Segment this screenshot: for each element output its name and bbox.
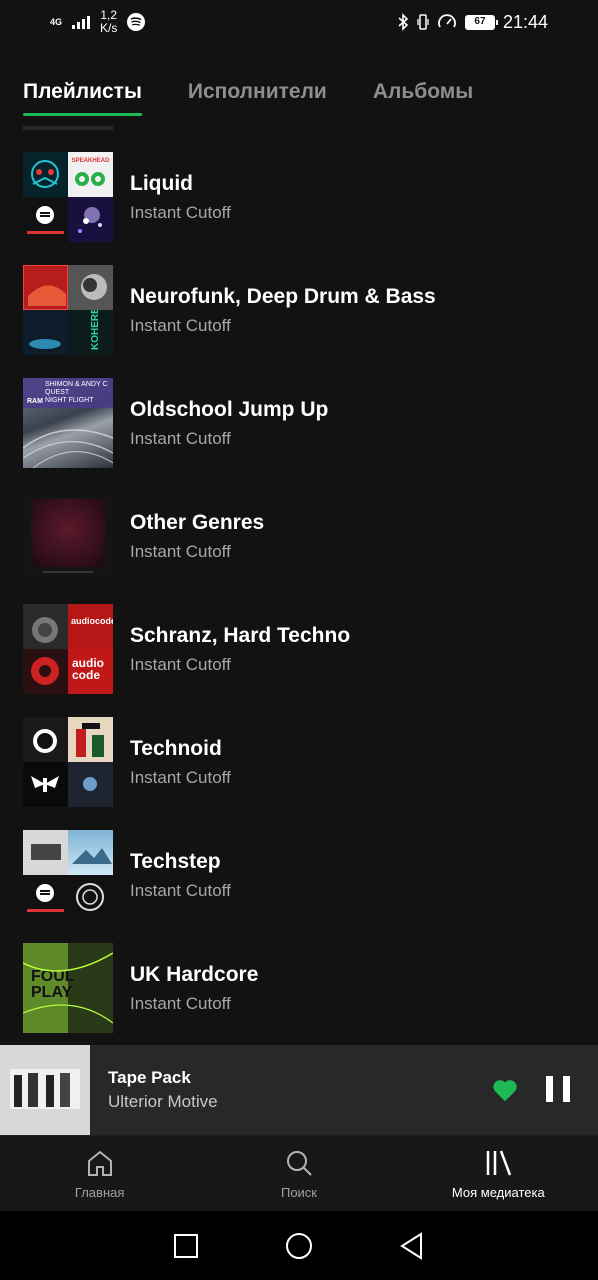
bottom-navigation: Главная Поиск Моя медиатека [0, 1135, 598, 1211]
tab-playlists[interactable]: Плейлисты [23, 80, 142, 116]
now-playing-bar[interactable]: Tape Pack Ulterior Motive [0, 1045, 598, 1135]
bluetooth-icon [398, 13, 409, 31]
list-item[interactable]: KOHERENT Neurofunk, Deep Drum & Bass Ins… [0, 265, 598, 378]
list-item[interactable]: RAM SHIMON & ANDY C QUEST NIGHT FLIGHT O… [0, 378, 598, 491]
playlist-meta: Technoid Instant Cutoff [130, 717, 231, 788]
playlist-cover: RAM SHIMON & ANDY C QUEST NIGHT FLIGHT [23, 378, 113, 468]
nav-search-label: Поиск [280, 1185, 317, 1200]
playlist-meta: Oldschool Jump Up Instant Cutoff [130, 378, 328, 449]
home-icon [87, 1150, 112, 1176]
playlist-cover [23, 717, 113, 807]
now-playing-info: Tape Pack Ulterior Motive [108, 1068, 490, 1112]
playlist-meta: UK Hardcore Instant Cutoff [130, 943, 258, 1014]
playlist-meta: Techstep Instant Cutoff [130, 830, 231, 901]
system-navigation-bar [0, 1211, 598, 1280]
playlist-title: Technoid [130, 737, 222, 760]
list-item[interactable]: Techstep Instant Cutoff [0, 830, 598, 943]
clock: 21:44 [502, 11, 548, 32]
playlist-title: UK Hardcore [130, 963, 259, 986]
tab-artists[interactable]: Исполнители [188, 80, 327, 116]
search-icon [286, 1151, 312, 1176]
library-icon [487, 1150, 512, 1176]
battery-icon: 67 [464, 14, 498, 30]
playlist-owner: Instant Cutoff [130, 316, 231, 335]
back-icon[interactable] [397, 1231, 427, 1261]
list-item[interactable]: Other Genres Instant Cutoff [0, 491, 598, 604]
list-item[interactable]: SPEAKHEAD Liquid Instant Cutoff [0, 152, 598, 265]
playlist-owner: Instant Cutoff [130, 768, 231, 787]
cover-text: audiocode [71, 616, 113, 626]
playlist-title: Other Genres [130, 511, 265, 534]
spotify-notification-icon [127, 13, 146, 31]
nav-home-label: Главная [74, 1185, 125, 1200]
playlist-cover: SPEAKHEAD [23, 152, 113, 242]
data-saver-icon [438, 14, 456, 28]
playlist-title: Schranz, Hard Techno [130, 624, 351, 647]
tab-albums[interactable]: Альбомы [373, 80, 473, 116]
previous-item-peek [23, 126, 113, 130]
playlist-meta: Schranz, Hard Techno Instant Cutoff [130, 604, 350, 675]
playlist-cover [23, 830, 113, 920]
network-speed: 1,2 K/s [100, 8, 118, 35]
signal-icon [72, 15, 91, 29]
track-artist: Ulterior Motive [108, 1092, 218, 1111]
nav-home[interactable]: Главная [15, 1147, 185, 1200]
library-tabs: Плейлисты Исполнители Альбомы [23, 80, 473, 116]
nav-search[interactable]: Поиск [214, 1147, 384, 1200]
playlist-owner: Instant Cutoff [130, 655, 231, 674]
playlist-cover [23, 491, 113, 581]
playlist-cover: KOHERENT [23, 265, 113, 355]
playlist-title: Liquid [130, 172, 193, 195]
track-title: Tape Pack [108, 1068, 191, 1087]
list-item[interactable]: audiocode audio code Schranz, Hard Techn… [0, 604, 598, 717]
now-playing-cover [0, 1045, 90, 1135]
playlist-title: Oldschool Jump Up [130, 398, 329, 421]
svg-text:KOHERENT: KOHERENT [90, 310, 101, 350]
network-type: 4G [50, 16, 63, 27]
list-item[interactable]: Technoid Instant Cutoff [0, 717, 598, 830]
recents-icon[interactable] [171, 1231, 201, 1261]
playlist-title: Neurofunk, Deep Drum & Bass [130, 285, 436, 308]
playlist-owner: Instant Cutoff [130, 881, 231, 900]
status-bar: 4G 1,2 K/s 67 21:44 [0, 0, 598, 44]
nav-library-label: Моя медиатека [451, 1185, 545, 1200]
pause-button[interactable] [546, 1076, 570, 1104]
status-right: 67 21:44 [397, 12, 548, 33]
home-circle-icon[interactable] [284, 1231, 314, 1261]
vibrate-icon [417, 14, 429, 30]
cover-text: audio code [72, 656, 104, 682]
playlist-title: Techstep [130, 850, 221, 873]
playlist-cover: audiocode audio code [23, 604, 113, 694]
playlist-meta: Liquid Instant Cutoff [130, 152, 231, 223]
playlist-meta: Other Genres Instant Cutoff [130, 491, 264, 562]
playlist-owner: Instant Cutoff [130, 542, 231, 561]
playlist-owner: Instant Cutoff [130, 203, 231, 222]
playlist-cover: FOUL PLAY [23, 943, 113, 1033]
playlist-owner: Instant Cutoff [130, 994, 231, 1013]
playlist-meta: Neurofunk, Deep Drum & Bass Instant Cuto… [130, 265, 436, 336]
playlist-owner: Instant Cutoff [130, 429, 231, 448]
heart-icon[interactable] [490, 1075, 520, 1105]
playlist-list: SPEAKHEAD Liquid Instant Cutoff KOHERENT… [0, 152, 598, 1056]
status-left: 4G 1,2 K/s [50, 8, 146, 35]
list-item[interactable]: FOUL PLAY UK Hardcore Instant Cutoff [0, 943, 598, 1056]
nav-library[interactable]: Моя медиатека [413, 1147, 583, 1200]
